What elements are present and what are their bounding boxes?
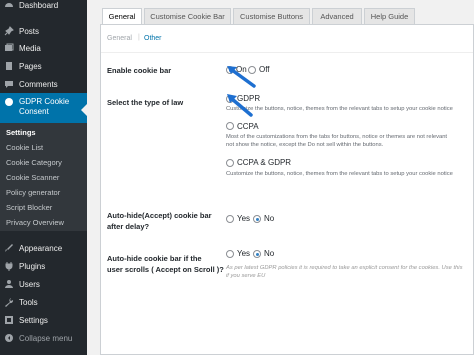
scroll-no-radio[interactable]: [253, 250, 261, 258]
sidebar-item-label: Media: [19, 43, 41, 53]
autohide-scroll-label: Auto-hide cookie bar if the user scrolls …: [107, 254, 224, 274]
scroll-no-label: No: [264, 249, 275, 258]
media-icon: [4, 43, 14, 53]
sidebar-item-settings[interactable]: Settings: [0, 311, 87, 329]
sidebar-item-label: Appearance: [19, 243, 63, 253]
sidebar-item-gdpr-cookie-consent[interactable]: GDPR Cookie Consent: [0, 93, 87, 125]
brush-icon: [4, 243, 14, 253]
user-icon: [4, 279, 14, 289]
law-ccpa-description-line2: not show the notice, except the Do not s…: [226, 142, 384, 148]
autohide-delay-label: Auto-hide(Accept) cookie bar after delay?: [107, 211, 212, 231]
sidebar-item-label: Settings: [19, 315, 48, 325]
tab-general[interactable]: General: [102, 8, 142, 25]
scroll-description-line2: if you serve EU: [226, 273, 266, 279]
enable-cookie-bar-label: Enable cookie bar: [107, 66, 172, 75]
sidebar-item-label: Users: [19, 279, 40, 289]
submenu-privacy-overview[interactable]: Privacy Overview: [6, 218, 64, 227]
submenu-cookie-list[interactable]: Cookie List: [6, 143, 43, 152]
sidebar-item-appearance[interactable]: Appearance: [0, 239, 87, 257]
autohide-yes-label: Yes: [237, 214, 251, 223]
sidebar-item-tools[interactable]: Tools: [0, 293, 87, 311]
tab-customise-cookie-bar[interactable]: Customise Cookie Bar: [144, 8, 231, 25]
sidebar-item-comments[interactable]: Comments: [0, 75, 87, 93]
annotation-arrow-enable-icon: [227, 66, 256, 88]
law-ccpa-radio[interactable]: [226, 122, 234, 130]
subnav-separator: |: [138, 34, 140, 41]
main-content: General Customise Cookie Bar Customise B…: [100, 0, 474, 355]
sidebar-item-plugins[interactable]: Plugins: [0, 257, 87, 275]
dashboard-icon: [4, 0, 14, 10]
gdpr-icon: [4, 97, 14, 107]
settings-panel: General | Other Enable cookie bar On Off…: [100, 24, 474, 355]
law-ccpa-gdpr-radio[interactable]: [226, 159, 234, 167]
scroll-yes-label: Yes: [237, 249, 251, 258]
tab-customise-buttons[interactable]: Customise Buttons: [233, 8, 310, 25]
tab-advanced[interactable]: Advanced: [312, 8, 362, 25]
scroll-description-line1: As per latest GDPR policies it is requir…: [226, 265, 463, 271]
submenu-settings[interactable]: Settings: [6, 128, 36, 137]
sidebar-item-media[interactable]: Media: [0, 39, 87, 57]
autohide-no-label: No: [264, 214, 275, 223]
sidebar-item-label: Posts: [19, 26, 40, 36]
tab-help-guide[interactable]: Help Guide: [364, 8, 415, 25]
law-type-label: Select the type of law: [107, 98, 184, 107]
law-ccpa-gdpr-description: Customize the buttons, notice, themes fr…: [226, 171, 453, 177]
gdpr-submenu: Settings Cookie List Cookie Category Coo…: [0, 123, 87, 231]
sidebar-item-label: Dashboard: [19, 0, 59, 10]
autohide-no-radio[interactable]: [253, 215, 261, 223]
sidebar-item-dashboard[interactable]: Dashboard: [0, 0, 87, 14]
divider: [101, 52, 473, 53]
plug-icon: [4, 261, 14, 271]
law-ccpa-gdpr-label: CCPA & GDPR: [237, 158, 292, 167]
pin-icon: [4, 26, 14, 36]
sidebar-item-label: Tools: [19, 297, 38, 307]
wrench-icon: [4, 297, 14, 307]
sidebar-item-label: Comments: [19, 79, 58, 89]
submenu-script-blocker[interactable]: Script Blocker: [6, 203, 52, 212]
comment-icon: [4, 79, 14, 89]
sidebar-item-pages[interactable]: Pages: [0, 57, 87, 75]
sidebar-item-label: GDPR Cookie Consent: [19, 97, 70, 116]
law-ccpa-label: CCPA: [237, 122, 259, 131]
scroll-yes-radio[interactable]: [226, 250, 234, 258]
settings-icon: [4, 315, 14, 325]
subnav-general[interactable]: General: [107, 35, 132, 42]
annotation-arrow-gdpr-icon: [227, 94, 253, 117]
submenu-cookie-scanner[interactable]: Cookie Scanner: [6, 173, 59, 182]
sidebar-item-users[interactable]: Users: [0, 275, 87, 293]
sidebar-item-label: Pages: [19, 61, 42, 71]
sidebar-item-posts[interactable]: Posts: [0, 22, 87, 40]
sidebar-item-label: Plugins: [19, 261, 46, 271]
submenu-cookie-category[interactable]: Cookie Category: [6, 158, 62, 167]
law-ccpa-description-line1: Most of the customizations from the tabs…: [226, 134, 448, 140]
sidebar-item-label: Collapse menu: [19, 333, 73, 343]
pages-icon: [4, 61, 14, 71]
collapse-menu-button[interactable]: Collapse menu: [0, 329, 87, 347]
subnav-other[interactable]: Other: [144, 35, 162, 42]
autohide-yes-radio[interactable]: [226, 215, 234, 223]
admin-sidebar: Dashboard Posts Media Pages Comments GDP…: [0, 0, 87, 355]
submenu-policy-generator[interactable]: Policy generator: [6, 188, 60, 197]
collapse-icon: [4, 333, 14, 343]
